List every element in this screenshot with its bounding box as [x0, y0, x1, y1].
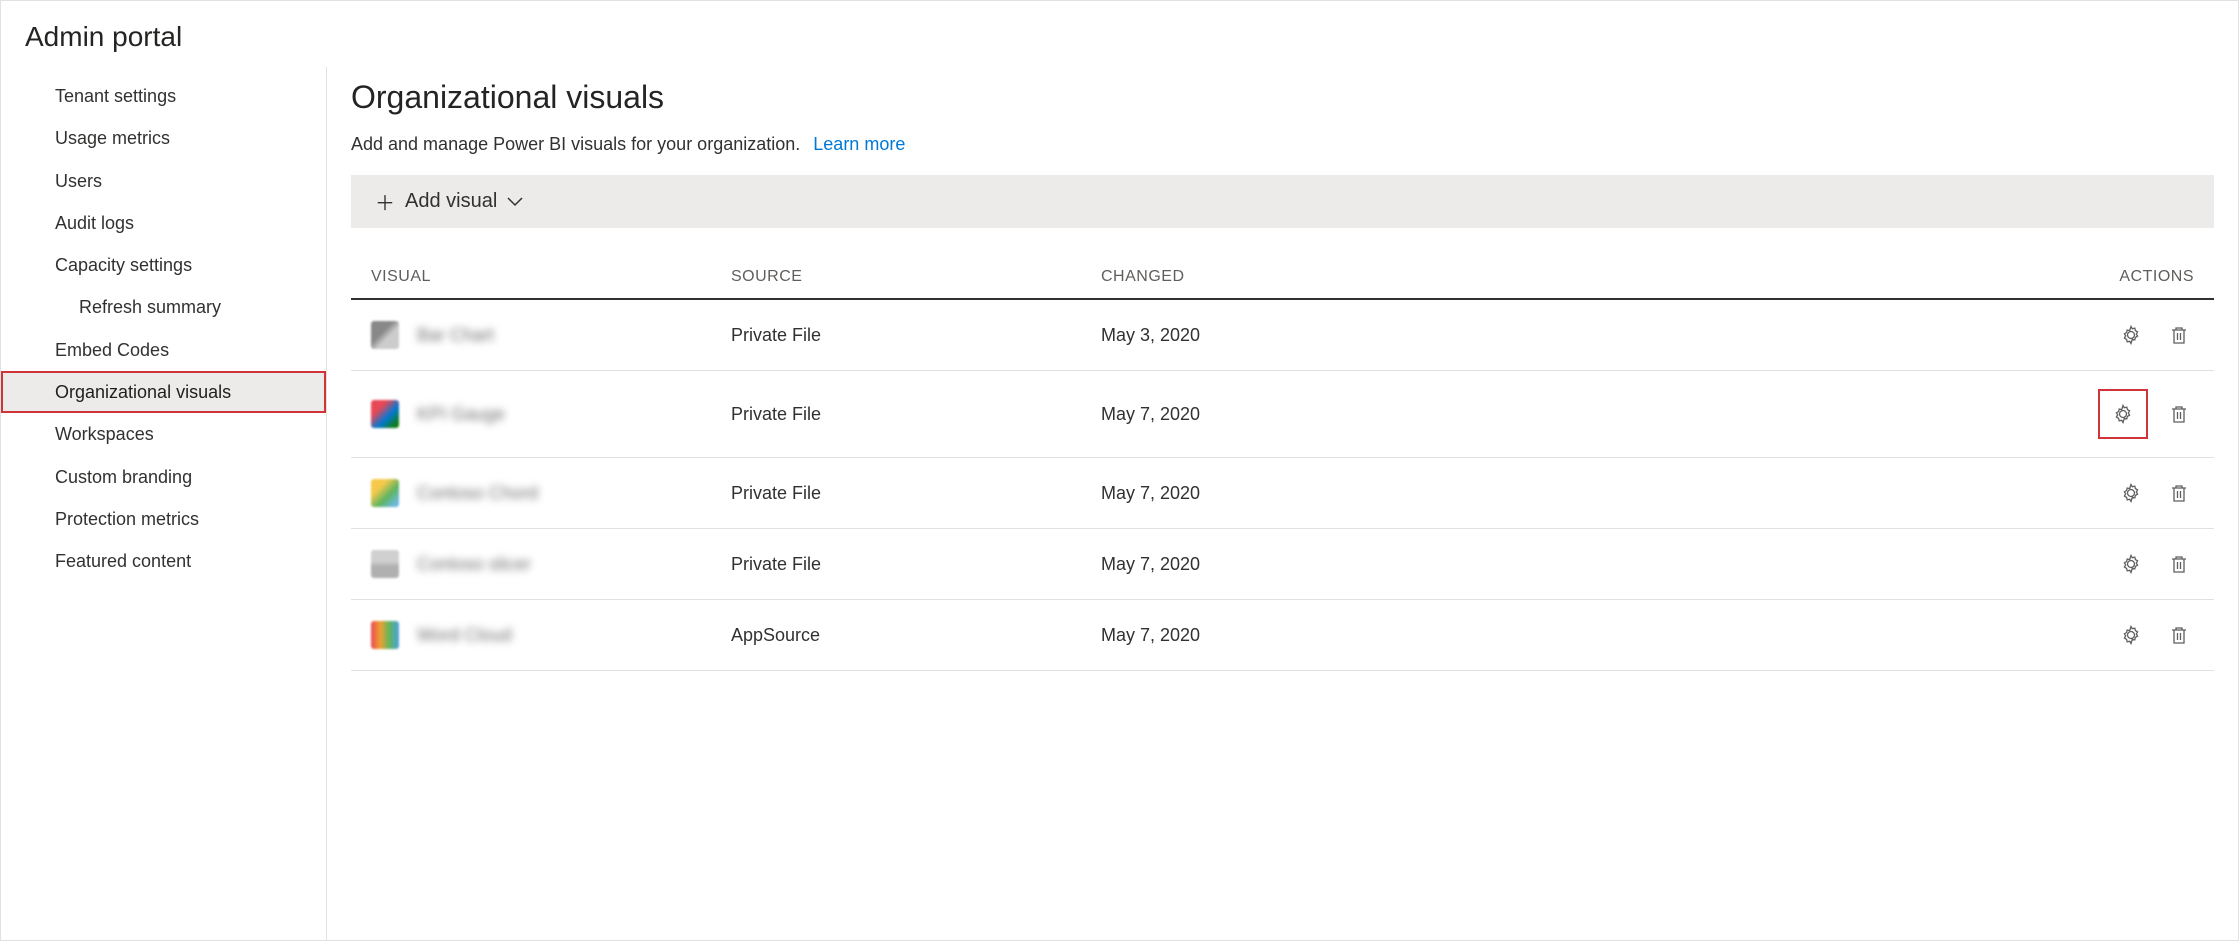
portal-title: Admin portal	[1, 1, 2238, 67]
learn-more-link[interactable]: Learn more	[813, 134, 905, 154]
source-cell: Private File	[731, 483, 1101, 504]
page-title: Organizational visuals	[351, 79, 2214, 116]
main-content: Organizational visuals Add and manage Po…	[327, 67, 2238, 940]
trash-icon[interactable]	[2164, 399, 2194, 429]
nav-item-featured-content[interactable]: Featured content	[1, 540, 326, 582]
table-header: VISUAL SOURCE CHANGED ACTIONS	[351, 256, 2214, 300]
visual-name: Contoso slicer	[417, 554, 531, 575]
nav-item-audit-logs[interactable]: Audit logs	[1, 202, 326, 244]
visual-name: Contoso Chord	[417, 483, 538, 504]
header-actions: ACTIONS	[2074, 268, 2194, 286]
nav-item-organizational-visuals[interactable]: Organizational visuals	[1, 371, 326, 413]
changed-cell: May 3, 2020	[1101, 325, 2074, 346]
page-subtitle: Add and manage Power BI visuals for your…	[351, 134, 2214, 155]
actions-cell	[2074, 320, 2194, 350]
actions-cell	[2074, 391, 2194, 437]
add-visual-button[interactable]: ＋ Add visual	[351, 175, 2214, 228]
table-row: Contoso slicer Private FileMay 7, 2020	[351, 529, 2214, 600]
gear-icon[interactable]	[2116, 549, 2146, 579]
trash-icon[interactable]	[2164, 478, 2194, 508]
nav-item-tenant-settings[interactable]: Tenant settings	[1, 75, 326, 117]
visual-name: Word Cloud	[417, 625, 512, 646]
nav-item-workspaces[interactable]: Workspaces	[1, 413, 326, 455]
sidebar: Tenant settingsUsage metricsUsersAudit l…	[1, 67, 327, 940]
nav-item-capacity-settings[interactable]: Capacity settings	[1, 244, 326, 286]
visual-icon	[371, 550, 399, 578]
nav-item-protection-metrics[interactable]: Protection metrics	[1, 498, 326, 540]
chevron-down-icon	[507, 197, 523, 207]
table-row: KPI Gauge Private FileMay 7, 2020	[351, 371, 2214, 458]
header-changed[interactable]: CHANGED	[1101, 268, 2074, 286]
subtitle-text: Add and manage Power BI visuals for your…	[351, 134, 800, 154]
visual-icon	[371, 400, 399, 428]
gear-icon[interactable]	[2116, 320, 2146, 350]
nav-item-custom-branding[interactable]: Custom branding	[1, 456, 326, 498]
source-cell: Private File	[731, 325, 1101, 346]
nav-item-embed-codes[interactable]: Embed Codes	[1, 329, 326, 371]
visual-icon	[371, 621, 399, 649]
visual-cell: Contoso slicer	[371, 550, 731, 578]
header-visual[interactable]: VISUAL	[371, 268, 731, 286]
visual-icon	[371, 479, 399, 507]
add-visual-label: Add visual	[405, 190, 497, 213]
gear-icon[interactable]	[2116, 620, 2146, 650]
visual-cell: Bar Chart	[371, 321, 731, 349]
trash-icon[interactable]	[2164, 549, 2194, 579]
visual-cell: KPI Gauge	[371, 400, 731, 428]
gear-icon[interactable]	[2100, 391, 2146, 437]
table-row: Bar Chart Private FileMay 3, 2020	[351, 300, 2214, 371]
nav-item-refresh-summary[interactable]: Refresh summary	[1, 286, 326, 328]
trash-icon[interactable]	[2164, 620, 2194, 650]
plus-icon: ＋	[375, 187, 395, 216]
changed-cell: May 7, 2020	[1101, 625, 2074, 646]
nav-item-usage-metrics[interactable]: Usage metrics	[1, 117, 326, 159]
header-source[interactable]: SOURCE	[731, 268, 1101, 286]
table-row: Contoso Chord Private FileMay 7, 2020	[351, 458, 2214, 529]
visual-cell: Contoso Chord	[371, 479, 731, 507]
visuals-table: VISUAL SOURCE CHANGED ACTIONS Bar Chart P…	[351, 256, 2214, 671]
actions-cell	[2074, 620, 2194, 650]
actions-cell	[2074, 478, 2194, 508]
nav-item-users[interactable]: Users	[1, 160, 326, 202]
gear-icon[interactable]	[2116, 478, 2146, 508]
visual-icon	[371, 321, 399, 349]
source-cell: AppSource	[731, 625, 1101, 646]
changed-cell: May 7, 2020	[1101, 483, 2074, 504]
visual-cell: Word Cloud	[371, 621, 731, 649]
visual-name: KPI Gauge	[417, 404, 505, 425]
changed-cell: May 7, 2020	[1101, 404, 2074, 425]
trash-icon[interactable]	[2164, 320, 2194, 350]
actions-cell	[2074, 549, 2194, 579]
visual-name: Bar Chart	[417, 325, 494, 346]
changed-cell: May 7, 2020	[1101, 554, 2074, 575]
source-cell: Private File	[731, 404, 1101, 425]
source-cell: Private File	[731, 554, 1101, 575]
table-row: Word Cloud AppSourceMay 7, 2020	[351, 600, 2214, 671]
